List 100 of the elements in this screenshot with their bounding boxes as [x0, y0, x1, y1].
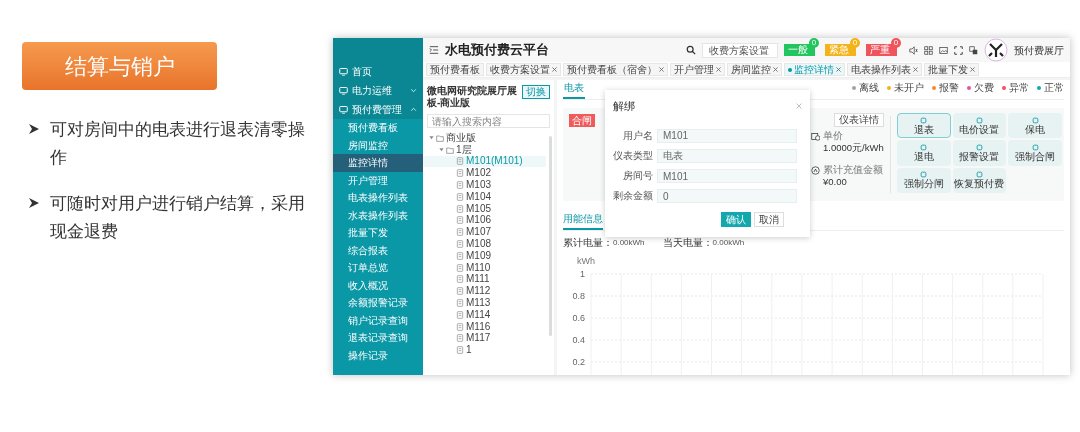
sidebar-item[interactable]: 电力运维 [333, 81, 423, 100]
sidebar-subitem[interactable]: 综合报表 [333, 241, 423, 259]
page-tab[interactable]: 收费方案设置 [486, 63, 561, 76]
field-label: 仪表类型 [612, 148, 653, 163]
field-label: 房间号 [622, 169, 653, 183]
count-badge: 0 [891, 38, 901, 48]
meter-icon [456, 157, 464, 166]
legend-label: 异常 [1009, 81, 1029, 95]
sidebar-subitem[interactable]: 监控详情 [333, 154, 423, 172]
action-icon [1031, 116, 1039, 124]
tree-node[interactable]: M108 [423, 238, 546, 250]
sidebar-subitem[interactable]: 退表记录查询 [333, 329, 423, 347]
close-icon[interactable] [913, 67, 918, 72]
search-field[interactable]: 收费方案设置 [702, 42, 778, 58]
count-badge: 0 [850, 38, 860, 48]
sidebar-subitem[interactable]: 订单总览 [333, 259, 423, 277]
scrollbar[interactable] [549, 136, 552, 336]
info-value: ¥0.00 [823, 176, 848, 188]
action-button[interactable]: 保电 [1008, 113, 1062, 139]
sidebar-subitem[interactable]: 电表操作列表 [333, 189, 423, 207]
usage-tab[interactable]: 用能信息 [563, 211, 603, 230]
action-button[interactable]: 退表 [897, 113, 951, 139]
tree-node[interactable]: M103 [423, 179, 546, 191]
meter-icon [456, 346, 464, 355]
tree-node[interactable]: M114 [423, 308, 546, 321]
tree-node[interactable]: M117 [423, 332, 546, 345]
stat-value: 0.00kWh [613, 237, 645, 250]
tree-node[interactable]: M111 [423, 273, 546, 286]
meter-icon [456, 228, 464, 237]
sidebar-subitem[interactable]: 房间监控 [333, 136, 423, 154]
legend-label: 离线 [859, 81, 879, 95]
action-button[interactable]: 强制分闸 [897, 167, 951, 193]
action-button[interactable]: 电价设置 [952, 113, 1007, 139]
menu-item-icon [339, 86, 348, 95]
sidebar-subitem[interactable]: 水表操作列表 [333, 206, 423, 224]
sidebar-subitem[interactable]: 销户记录查询 [333, 311, 423, 329]
meter-icon [456, 192, 464, 201]
sidebar-subitem[interactable]: 预付费看板 [333, 119, 423, 137]
tree-node[interactable]: M110 [423, 261, 546, 274]
tree-node[interactable]: 1层 [423, 143, 546, 156]
action-button[interactable]: 退电 [897, 140, 951, 166]
page-tab[interactable]: 开户管理 [670, 63, 725, 76]
meter-icon [456, 322, 464, 331]
status-tag: 合闸 [569, 114, 595, 127]
sidebar-subitem[interactable]: 收入概况 [333, 276, 423, 294]
close-icon[interactable] [716, 67, 721, 72]
image-icon[interactable] [939, 45, 948, 55]
close-icon[interactable] [659, 67, 664, 72]
sidebar-subitem[interactable]: 开户管理 [333, 171, 423, 189]
action-button[interactable]: 恢复预付费 [952, 167, 1007, 193]
sidebar-item[interactable]: 预付费管理 [333, 100, 423, 119]
sidebar-subitem[interactable]: 余额报警记录 [333, 294, 423, 312]
page-tab[interactable]: 房间监控 [727, 63, 782, 76]
meter-icon [456, 204, 464, 213]
sidebar-item[interactable]: 首页 [333, 62, 423, 81]
page-tab[interactable]: 批量下发 [924, 63, 979, 76]
tree-node[interactable]: M107 [423, 226, 546, 239]
search-field[interactable]: 请输入搜索内容 [427, 114, 550, 128]
meter-icon [456, 216, 464, 225]
menu-icon[interactable] [429, 45, 439, 55]
close-icon[interactable] [773, 67, 778, 72]
meter-icon [456, 334, 464, 343]
fullscreen-icon[interactable] [954, 45, 963, 55]
tree-node[interactable]: 1 [423, 344, 546, 357]
legend-label: 未开户 [894, 81, 924, 95]
sidebar-subitem[interactable]: 批量下发 [333, 224, 423, 242]
cancel-button[interactable]: 取消 [754, 212, 784, 227]
close-icon[interactable] [836, 67, 841, 72]
tree-node[interactable]: M105 [423, 202, 546, 215]
chevron-down-icon [410, 87, 417, 94]
translate-icon[interactable] [969, 45, 978, 55]
search-icon[interactable] [686, 45, 696, 55]
tick-label: 0.4 [572, 335, 585, 346]
field-label: 剩余金额 [612, 189, 653, 204]
sidebar-subitem[interactable]: 操作记录 [333, 346, 423, 364]
tree-node[interactable]: M104 [423, 191, 546, 203]
meter-detail-button[interactable]: 仪表详情 [834, 113, 884, 127]
info-label: 单价 [823, 130, 844, 142]
user-name[interactable]: 预付费展厅 [1014, 42, 1064, 58]
page-tab[interactable]: 预付费看板（宿舍） [563, 63, 668, 76]
dialog-title: 解绑 [613, 99, 635, 114]
page-tab[interactable]: 预付费看板 [426, 63, 484, 76]
tree-node[interactable]: M106 [423, 214, 546, 227]
action-icon [920, 144, 928, 151]
tree-node[interactable]: M113 [423, 297, 546, 309]
tree-node[interactable]: M116 [423, 320, 546, 333]
tree-node[interactable]: 商业版 [423, 132, 546, 144]
speaker-icon[interactable] [909, 45, 918, 55]
grid-icon[interactable] [924, 45, 933, 55]
close-icon[interactable] [552, 67, 557, 72]
page-tab[interactable]: 电表操作列表 [847, 63, 922, 76]
meter-tab[interactable]: 电表 [563, 80, 585, 99]
close-icon[interactable] [970, 67, 975, 72]
tree-node[interactable]: M102 [423, 167, 546, 180]
tree-node[interactable]: M109 [423, 249, 546, 262]
legend-label: 正常 [1044, 81, 1064, 95]
tree-node[interactable]: M112 [423, 285, 546, 298]
action-button[interactable]: 强制合闸 [1008, 140, 1062, 166]
action-button[interactable]: 报警设置 [952, 140, 1007, 166]
menu-item-icon [339, 67, 348, 76]
